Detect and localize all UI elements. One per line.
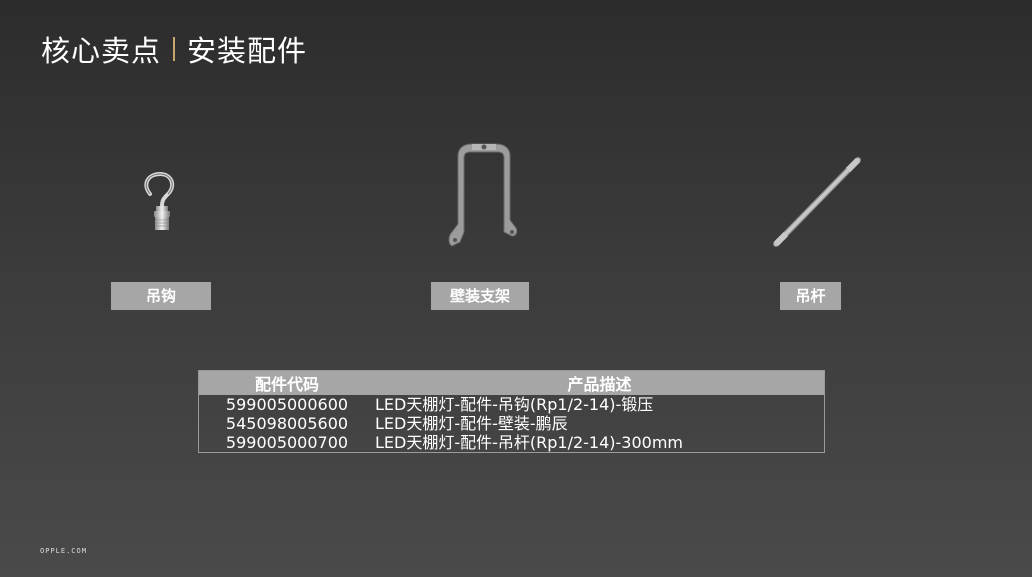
- hook-image: [144, 171, 175, 230]
- title-main: 核心卖点: [41, 34, 162, 68]
- rod-image: [773, 157, 861, 247]
- product-wall-bracket: [446, 136, 522, 252]
- table-cell-code: 599005000700: [225, 433, 349, 452]
- footer-brand: OPPLE.COM: [40, 547, 87, 555]
- product-hook: [136, 170, 186, 235]
- table-row: 599005000700 LED天棚灯-配件-吊杆(Rp1/2-14)-300m…: [199, 433, 825, 453]
- title-divider: [173, 37, 176, 61]
- wall-bracket-image: [448, 143, 518, 247]
- table-cell-desc: LED天棚灯-配件-吊钩(Rp1/2-14)-锻压: [375, 395, 654, 414]
- table-cell-desc: LED天棚灯-配件-壁装-鹏辰: [375, 414, 568, 433]
- product-label-wall-bracket: 壁装支架: [431, 282, 529, 310]
- product-rod: [770, 154, 864, 250]
- title-sub: 安装配件: [187, 34, 308, 68]
- table-header-desc: 产品描述: [375, 370, 825, 395]
- table-cell-code: 599005000600: [225, 395, 349, 414]
- product-label-hook: 吊钩: [111, 282, 211, 310]
- table-row: 545098005600 LED天棚灯-配件-壁装-鹏辰: [199, 414, 825, 433]
- page-title: 核心卖点 安装配件: [41, 28, 307, 70]
- table-cell-desc: LED天棚灯-配件-吊杆(Rp1/2-14)-300mm: [375, 433, 684, 452]
- table-header-code: 配件代码: [198, 370, 375, 395]
- spec-table: 配件代码 产品描述 599005000600 LED天棚灯-配件-吊钩(Rp1/…: [198, 370, 825, 453]
- table-header-row: 配件代码 产品描述: [198, 370, 825, 395]
- table-row: 599005000600 LED天棚灯-配件-吊钩(Rp1/2-14)-锻压: [199, 395, 825, 414]
- product-label-rod: 吊杆: [780, 282, 841, 310]
- table-cell-code: 545098005600: [225, 414, 349, 433]
